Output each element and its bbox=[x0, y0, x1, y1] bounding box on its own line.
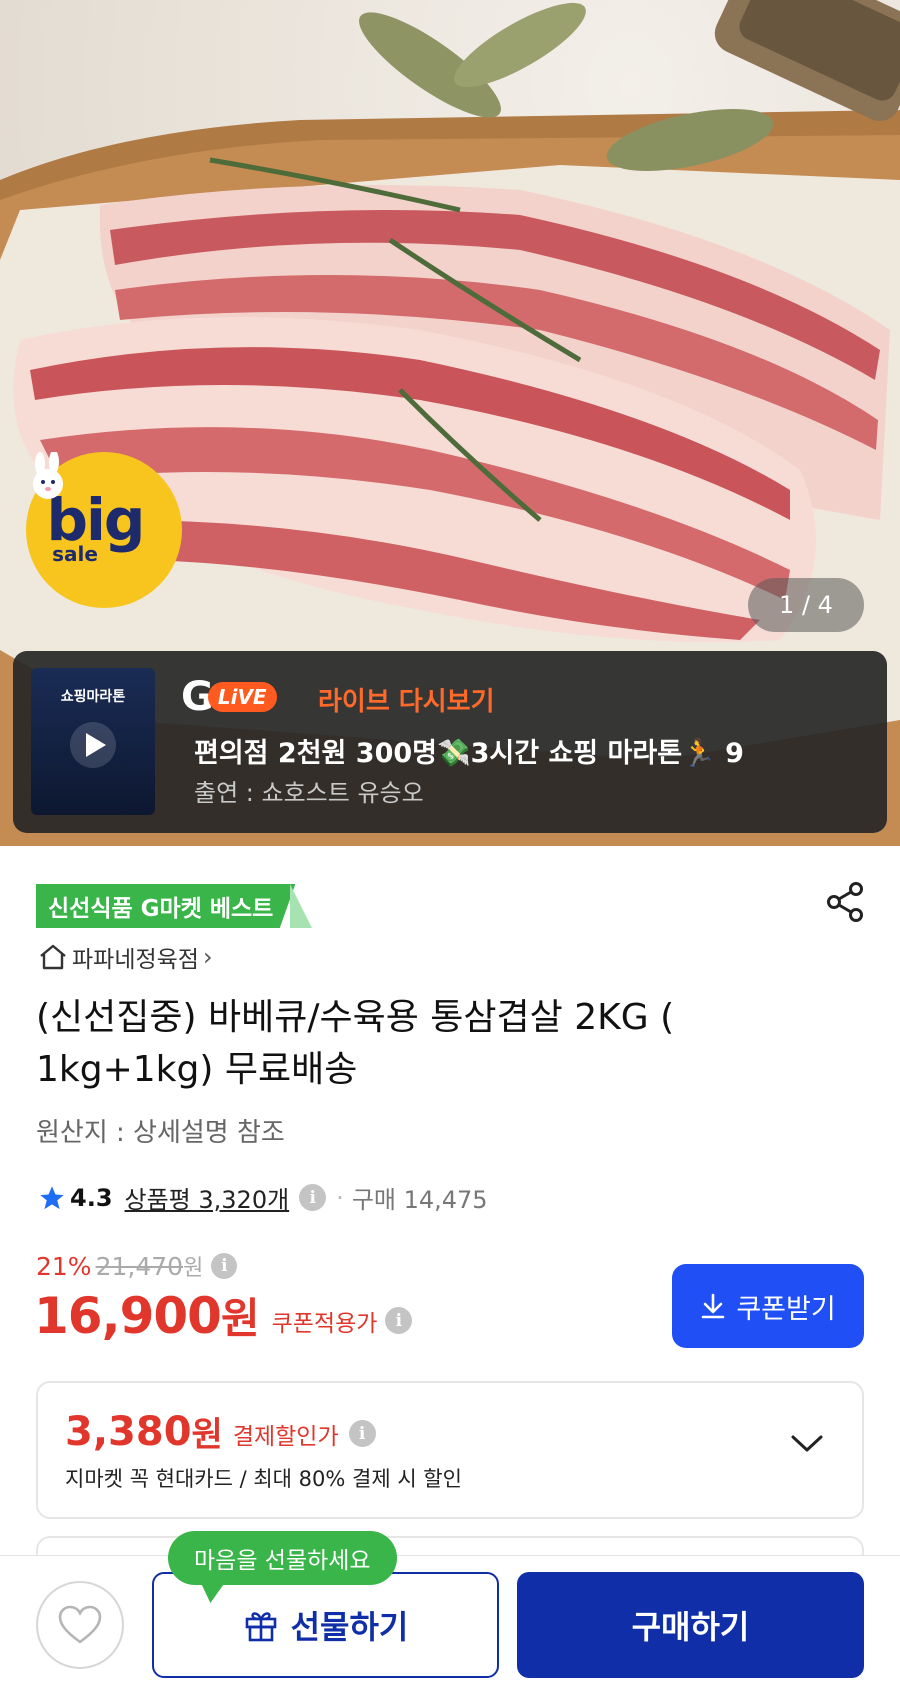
buy-button-label: 구매하기 bbox=[631, 1608, 750, 1646]
download-icon bbox=[702, 1293, 725, 1319]
product-origin: 원산지 : 상세설명 참조 bbox=[36, 1118, 285, 1148]
live-pill: LiVE bbox=[207, 682, 277, 712]
original-price-unit: 원 bbox=[183, 1256, 204, 1281]
live-thumbnail-title: 쇼핑마라톤 bbox=[60, 689, 126, 705]
card-discount-label: 결제할인가 bbox=[232, 1423, 339, 1450]
info-icon[interactable]: i bbox=[385, 1307, 413, 1334]
card-discount-description: 지마켓 꼭 현대카드 / 최대 80% 결제 시 할인 bbox=[65, 1467, 462, 1491]
gift-icon bbox=[245, 1612, 276, 1642]
coupon-price-label: 쿠폰적용가 bbox=[271, 1310, 378, 1337]
rating-row: 4.3 상품평 3,320개 i · 구매 14,475 bbox=[38, 1180, 488, 1215]
buy-button[interactable]: 구매하기 bbox=[517, 1572, 864, 1678]
info-icon[interactable]: i bbox=[348, 1420, 376, 1447]
best-badge-tip bbox=[290, 884, 312, 928]
separator-dot: · bbox=[336, 1183, 344, 1212]
product-title: (신선집중) 바베큐/수육용 통삼겹살 2KG ( 1kg+1kg) 무료배송 bbox=[36, 997, 675, 1090]
image-counter: 1 / 4 bbox=[748, 578, 864, 632]
info-icon[interactable]: i bbox=[211, 1253, 238, 1279]
live-replay-label[interactable]: 라이브 다시보기 bbox=[318, 681, 495, 718]
heart-icon bbox=[58, 1605, 102, 1644]
rating-score: 4.3 bbox=[70, 1183, 113, 1212]
bottom-action-bar: 선물하기 구매하기 bbox=[0, 1555, 900, 1697]
card-discount-unit: 원 bbox=[191, 1415, 223, 1455]
chevron-down-icon[interactable] bbox=[790, 1433, 824, 1455]
g-live-logo: G LiVE bbox=[181, 677, 277, 717]
discount-percent: 21% bbox=[36, 1251, 92, 1281]
bunny-icon bbox=[33, 452, 63, 499]
sale-price-unit: 원 bbox=[220, 1294, 260, 1343]
price-row: 16,900 원 쿠폰적용가 i bbox=[34, 1285, 413, 1346]
chevron-right-icon: › bbox=[202, 943, 213, 971]
get-coupon-label: 쿠폰받기 bbox=[736, 1293, 836, 1325]
sale-text: sale bbox=[52, 542, 98, 566]
purchase-count: 구매 14,475 bbox=[351, 1186, 488, 1214]
star-icon bbox=[40, 1185, 64, 1209]
gift-tooltip: 마음을 선물하세요 bbox=[168, 1531, 397, 1585]
wishlist-button[interactable] bbox=[36, 1581, 124, 1669]
store-name: 파파네정육점 bbox=[72, 947, 199, 973]
share-icon[interactable] bbox=[824, 880, 868, 924]
card-discount-amount-row: 3,380 원 결제할인가 i bbox=[65, 1407, 376, 1456]
best-badge: 신선식품 G마켓 베스트 bbox=[36, 884, 296, 928]
discount-row: 21% 21,470 원 i bbox=[36, 1250, 238, 1282]
gift-button-label: 선물하기 bbox=[290, 1608, 409, 1646]
reviews-link[interactable]: 상품평 3,320개 bbox=[125, 1180, 290, 1215]
live-host: 출연 : 쇼호스트 유승오 bbox=[194, 779, 424, 807]
card-discount-panel[interactable]: 3,380 원 결제할인가 i 지마켓 꼭 현대카드 / 최대 80% 결제 시… bbox=[36, 1381, 864, 1519]
info-icon[interactable]: i bbox=[299, 1184, 327, 1211]
original-price: 21,470 bbox=[95, 1251, 184, 1281]
live-thumbnail[interactable]: 쇼핑마라톤 bbox=[31, 668, 155, 815]
play-icon[interactable] bbox=[70, 722, 116, 768]
sale-price: 16,900 bbox=[34, 1286, 222, 1345]
home-icon bbox=[40, 944, 66, 970]
live-title[interactable]: 편의점 2천원 300명💸3시간 쇼핑 마라톤🏃 9 bbox=[194, 731, 744, 770]
product-image-carousel[interactable]: big sale 1 / 4 쇼핑마라톤 G LiVE 라이브 다시보기 편의점… bbox=[0, 0, 900, 846]
live-replay-banner[interactable]: 쇼핑마라톤 G LiVE 라이브 다시보기 편의점 2천원 300명💸3시간 쇼… bbox=[13, 651, 887, 833]
card-discount-amount: 3,380 bbox=[65, 1408, 192, 1455]
get-coupon-button[interactable]: 쿠폰받기 bbox=[672, 1264, 864, 1348]
store-link[interactable]: 파파네정육점 › bbox=[38, 940, 213, 974]
big-sale-badge: big sale bbox=[26, 452, 182, 608]
